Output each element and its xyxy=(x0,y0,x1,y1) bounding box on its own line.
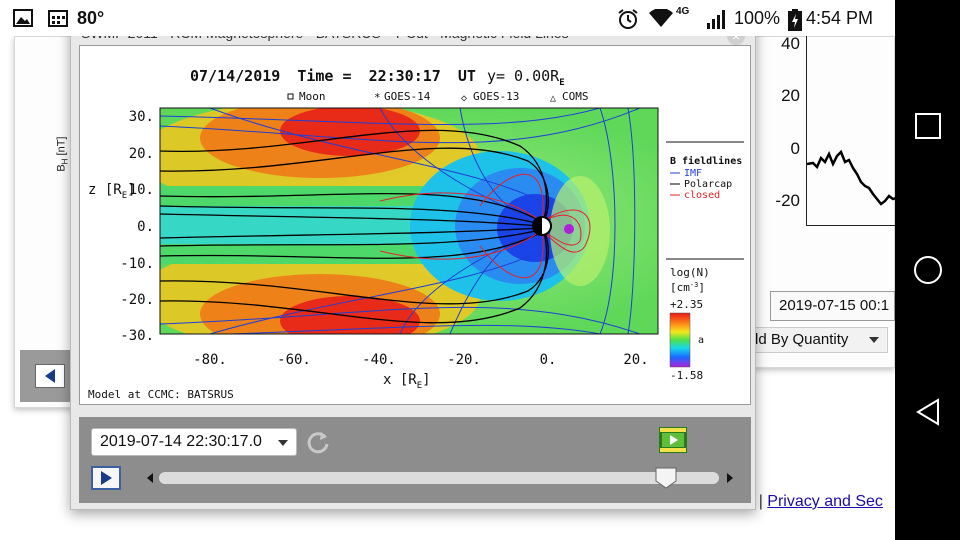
legend-moon: Moon xyxy=(299,90,326,103)
mini-chart-tick: 0 xyxy=(790,139,800,158)
colorbar-min: -1.58 xyxy=(670,369,703,382)
colorbar-unit: [cm-3] xyxy=(670,281,705,294)
fieldlines-title: B fieldlines xyxy=(670,155,742,167)
y-tick-label: 30. xyxy=(129,109,154,125)
mini-chart-series xyxy=(806,149,897,206)
quantity-select-label: ld By Quantity xyxy=(755,331,849,348)
legend-coms-marker: △ xyxy=(550,93,556,104)
y-tick-label: 20. xyxy=(129,146,154,162)
legend-goes14: GOES-14 xyxy=(384,90,431,103)
wifi-icon xyxy=(649,9,673,27)
play-icon xyxy=(101,471,112,485)
colorbar: log(N) [cm-3] +2.35 a -1.58 xyxy=(669,266,710,382)
fieldlines-imf: IMF xyxy=(684,168,702,179)
calendar-icon xyxy=(48,10,68,27)
x-axis: -80. -60. -40. -20. 0. 20. xyxy=(193,352,649,368)
y-tick-label: 0. xyxy=(137,219,154,235)
back-button[interactable] xyxy=(895,382,960,442)
colorbar-max: +2.35 xyxy=(670,298,703,311)
privacy-link[interactable]: Privacy and Sec xyxy=(767,493,883,510)
status-bar: 80° 4G 100% 4:54 PM xyxy=(0,0,895,36)
x-tick-label: -20. xyxy=(447,352,481,368)
navigation-bar xyxy=(895,0,960,540)
chevron-down-icon xyxy=(869,337,879,343)
signal-icon xyxy=(707,10,725,29)
temperature: 80° xyxy=(77,8,105,28)
background-back-button[interactable] xyxy=(35,364,65,388)
time-select[interactable]: 2019-07-14 22:30:17.0 xyxy=(91,428,297,456)
play-button[interactable] xyxy=(91,466,121,490)
model-credit: Model at CCMC: BATSRUS xyxy=(88,388,234,401)
plot-canvas: 07/14/2019 Time = 22:30:17 UT y= 0.00RE … xyxy=(88,67,744,401)
chevron-down-icon xyxy=(278,440,288,446)
battery-charging-icon xyxy=(788,9,802,31)
triangle-back-icon xyxy=(915,398,939,426)
legend-goes13: GOES-13 xyxy=(473,90,519,103)
background-date-field[interactable]: 2019-07-15 00:1 xyxy=(770,291,895,321)
movie-icon[interactable] xyxy=(659,427,687,453)
legend-coms: COMS xyxy=(562,90,589,103)
x-tick-label: -40. xyxy=(362,352,396,368)
background-footer: ra | Privacy and Sec xyxy=(740,493,883,511)
y-tick-label: -30. xyxy=(120,328,154,344)
fieldline-legend: B fieldlines IMF Polarcap closed xyxy=(666,141,744,260)
slider-left-arrow-icon[interactable] xyxy=(147,473,153,483)
time-slider-thumb[interactable] xyxy=(655,467,677,489)
colorbar-mid: a xyxy=(698,335,704,346)
bh-axis-label: BH [nT] xyxy=(55,136,70,172)
x-tick-label: -60. xyxy=(277,352,311,368)
circle-icon xyxy=(913,256,942,284)
playback-controls: 2019-07-14 22:30:17.0 xyxy=(79,417,751,503)
fieldlines-polarcap: Polarcap xyxy=(684,179,732,190)
battery-percent: 100% xyxy=(734,8,781,28)
y-axis: 30. 20. 10. 0. -10. -20. -30. xyxy=(120,109,154,344)
footer-separator: | xyxy=(758,493,763,510)
gallery-icon xyxy=(13,9,33,27)
plot-header: 07/14/2019 Time = 22:30:17 UT y= 0.00RE xyxy=(190,67,565,88)
fieldlines-closed: closed xyxy=(684,190,720,201)
clock: 4:54 PM xyxy=(806,8,874,28)
mini-chart-tick: 20 xyxy=(781,86,800,105)
square-icon xyxy=(914,113,941,139)
x-tick-label: 0. xyxy=(540,352,557,368)
colorbar-title: log(N) xyxy=(670,266,710,279)
x-axis-label: x [RE] xyxy=(383,372,431,391)
refresh-icon[interactable] xyxy=(305,429,331,455)
satellite-legend: Moon * GOES-14 ◇ GOES-13 △ COMS xyxy=(287,90,589,104)
recent-apps-button[interactable] xyxy=(895,96,960,156)
time-slider-track[interactable] xyxy=(159,472,719,484)
x-tick-label: 20. xyxy=(623,352,648,368)
time-select-value: 2019-07-14 22:30:17.0 xyxy=(100,433,262,450)
mini-chart-tick: -20 xyxy=(775,191,800,210)
y-axis-label: z [RE] xyxy=(88,182,136,201)
colorbar-gradient xyxy=(669,312,691,368)
y-tick-label: -10. xyxy=(120,256,154,272)
back-arrow-icon xyxy=(45,369,55,383)
mini-chart-tick: 40 xyxy=(781,34,800,53)
legend-goes13-marker: ◇ xyxy=(461,93,467,104)
mini-chart-plot-area xyxy=(806,36,897,226)
alarm-icon xyxy=(618,9,638,29)
plot-window: SWMF 2011 - RCM Magnetosphere - BATSRUS … xyxy=(70,24,756,510)
y-tick-label: -20. xyxy=(120,292,154,308)
density-field xyxy=(160,108,658,334)
magnetosphere-plot: 07/14/2019 Time = 22:30:17 UT y= 0.00RE … xyxy=(79,45,751,405)
legend-goes14-marker: * xyxy=(374,91,381,104)
slider-right-arrow-icon[interactable] xyxy=(727,473,733,483)
home-button[interactable] xyxy=(895,240,960,300)
x-tick-label: -80. xyxy=(193,352,227,368)
background-quantity-select[interactable]: ld By Quantity xyxy=(748,327,888,353)
network-type: 4G xyxy=(676,6,690,17)
